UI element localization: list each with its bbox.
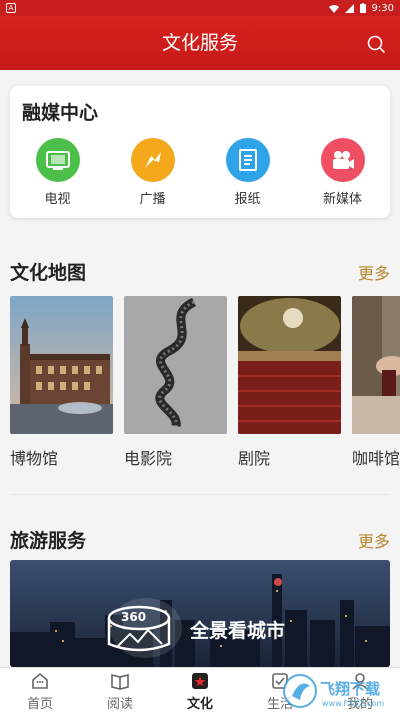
site-watermark: 飞翔下载 www.FXXZ.com — [282, 672, 394, 710]
map-item-museum[interactable]: 博物馆 — [10, 296, 113, 476]
tab-home[interactable]: 首页 — [0, 668, 80, 715]
page-title: 文化服务 — [161, 32, 238, 54]
theater-image — [238, 296, 341, 434]
watermark-text: 飞翔下载 — [320, 680, 380, 698]
media-item-tv[interactable]: 电视 — [23, 138, 93, 207]
tab-label: 阅读 — [106, 697, 133, 712]
media-item-label: 新媒体 — [322, 192, 362, 207]
clock: 9:30 — [371, 2, 394, 14]
city-night-image — [10, 560, 390, 667]
app-header: 文化服务 — [0, 16, 400, 70]
tab-reading[interactable]: 阅读 — [80, 668, 160, 715]
map-item-label: 电影院 — [124, 449, 173, 468]
media-item-newspaper[interactable]: 报纸 — [213, 138, 283, 207]
wifi-icon — [328, 4, 339, 13]
search-icon[interactable] — [366, 34, 386, 54]
culture-map-title: 文化地图 — [10, 262, 87, 284]
culture-map-more-link[interactable]: 更多 — [358, 260, 390, 284]
cinema-image — [124, 296, 227, 434]
panorama-badge: 360 — [121, 610, 147, 624]
tv-icon — [35, 138, 80, 182]
media-center-title: 融媒中心 — [22, 102, 99, 124]
media-center-grid: 电视 广播 报纸 新媒体 — [10, 138, 390, 207]
cafe-image — [352, 296, 400, 434]
media-item-label: 电视 — [44, 192, 71, 207]
map-item-label: 剧院 — [238, 449, 271, 468]
panorama-banner-text: 全景看城市 — [190, 620, 286, 642]
map-item-theater[interactable]: 剧院 — [238, 296, 341, 476]
travel-title: 旅游服务 — [10, 530, 87, 552]
media-item-label: 广播 — [139, 192, 166, 207]
panorama-banner[interactable]: 360 全景看城市 — [10, 560, 390, 667]
map-item-label: 博物馆 — [10, 449, 59, 468]
signal-icon — [344, 3, 354, 13]
broadcast-icon — [130, 138, 175, 182]
media-item-new-media[interactable]: 新媒体 — [308, 138, 378, 207]
book-icon — [111, 673, 129, 690]
battery-icon — [359, 3, 366, 13]
map-item-label: 咖啡馆 — [352, 449, 400, 468]
newspaper-icon — [225, 138, 270, 182]
section-divider — [10, 494, 390, 495]
tab-label: 首页 — [26, 697, 53, 712]
watermark-url: www.FXXZ.com — [322, 699, 384, 708]
media-item-radio[interactable]: 广播 — [118, 138, 188, 207]
media-center-card: 融媒中心 电视 广播 报纸 新媒体 — [10, 86, 390, 218]
camera-icon — [320, 138, 365, 182]
map-item-cafe[interactable]: 咖啡馆 — [352, 296, 400, 476]
notification-icon: A — [6, 3, 16, 13]
status-bar: A 9:30 — [0, 0, 400, 16]
map-item-cinema[interactable]: 电影院 — [124, 296, 227, 476]
culture-map-carousel[interactable]: 博物馆 电影院 剧院 咖啡馆 — [10, 296, 400, 476]
museum-image — [10, 296, 113, 434]
tab-culture[interactable]: 文化 — [160, 668, 240, 715]
media-item-label: 报纸 — [234, 192, 261, 207]
travel-more-link[interactable]: 更多 — [358, 528, 390, 552]
tab-label: 文化 — [186, 697, 213, 712]
culture-icon — [192, 673, 208, 689]
home-icon — [32, 672, 48, 689]
